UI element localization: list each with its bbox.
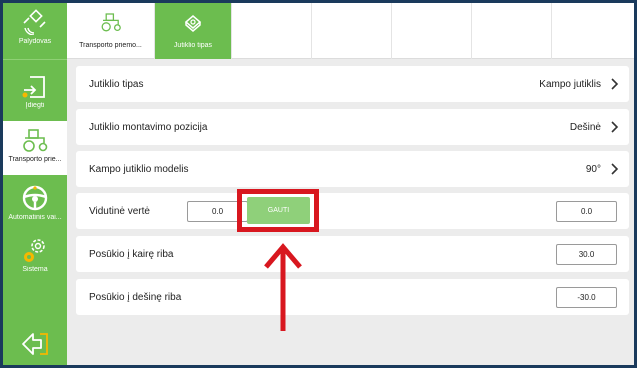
chevron-right-icon <box>611 78 619 90</box>
install-icon <box>20 73 50 99</box>
sidebar-divider <box>3 59 67 60</box>
right-limit-field[interactable]: -30.0 <box>556 287 617 308</box>
sidebar-item-transporto[interactable]: Transporto prie... <box>3 121 67 175</box>
tab-bar: Transporto priemo... Jutiklio tipas <box>67 3 634 59</box>
row-label: Vidutinė vertė <box>89 205 150 217</box>
highlight-box <box>237 189 319 232</box>
tab-empty <box>232 3 312 59</box>
sidebar: Palydovas Įdiegti Transporto prie... Aut… <box>3 3 67 365</box>
sidebar-item-label: Transporto prie... <box>8 156 62 163</box>
back-button[interactable] <box>3 329 67 363</box>
row-value: 90° <box>585 163 601 175</box>
row-value: Kampo jutiklis <box>539 78 601 90</box>
row-label: Kampo jutiklio modelis <box>89 163 189 175</box>
tab-empty <box>392 3 472 59</box>
row-sensor-model[interactable]: Kampo jutiklio modelis 90° <box>76 151 629 187</box>
tab-jutiklio-tipas[interactable]: Jutiklio tipas <box>155 3 232 59</box>
tractor-icon <box>20 127 50 153</box>
sidebar-item-idiegti[interactable]: Įdiegti <box>3 67 67 117</box>
chevron-right-icon <box>611 163 619 175</box>
row-sensor-type[interactable]: Jutiklio tipas Kampo jutiklis <box>76 66 629 102</box>
steering-wheel-icon <box>20 185 50 211</box>
sidebar-item-sistema[interactable]: Sistema <box>3 231 67 281</box>
tab-label: Transporto priemo... <box>79 42 142 49</box>
row-left-limit: Posūkio į kairę riba <box>76 236 629 272</box>
tab-empty <box>472 3 552 59</box>
row-label: Jutiklio montavimo pozicija <box>89 121 208 133</box>
tractor-icon <box>99 10 123 34</box>
row-label: Jutiklio tipas <box>89 78 144 90</box>
sidebar-item-label: Sistema <box>22 266 48 273</box>
sidebar-item-palydovas[interactable]: Palydovas <box>3 3 67 59</box>
back-arrow-icon <box>19 331 51 357</box>
row-label: Posūkio į dešinę riba <box>89 291 182 303</box>
average-value-right-field[interactable]: 0.0 <box>556 201 617 222</box>
gears-icon <box>20 237 50 263</box>
satellite-icon <box>20 9 50 35</box>
row-right-limit: Posūkio į dešinę riba <box>76 279 629 315</box>
left-limit-field[interactable]: 30.0 <box>556 244 617 265</box>
tab-transporto-priemone[interactable]: Transporto priemo... <box>67 3 155 59</box>
sidebar-item-automatinis[interactable]: Automatinis vai... <box>3 179 67 229</box>
chevron-right-icon <box>611 121 619 133</box>
tab-label: Jutiklio tipas <box>173 42 213 49</box>
arrow-up-icon <box>264 243 302 331</box>
row-average-value: Vidutinė vertė <box>76 193 629 229</box>
sensor-icon <box>182 10 204 34</box>
sidebar-item-label: Palydovas <box>18 38 52 45</box>
app-frame: Palydovas Įdiegti Transporto prie... Aut… <box>0 0 637 368</box>
row-mount-position[interactable]: Jutiklio montavimo pozicija Dešinė <box>76 109 629 145</box>
sidebar-item-label: Automatinis vai... <box>8 214 62 221</box>
row-value: Dešinė <box>569 121 601 133</box>
sidebar-item-label: Įdiegti <box>25 102 45 109</box>
tab-empty <box>312 3 392 59</box>
row-label: Posūkio į kairę riba <box>89 248 174 260</box>
